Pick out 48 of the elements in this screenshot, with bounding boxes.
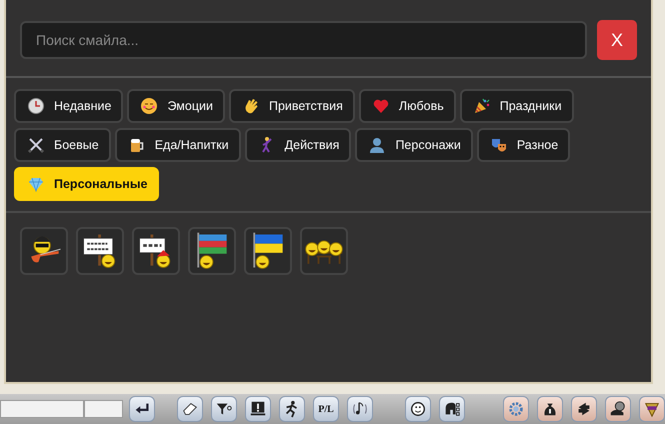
gem-icon [27,175,45,193]
smiley-tile[interactable] [20,227,68,275]
category-tab[interactable]: Недавние [14,89,124,123]
toolbar-button[interactable] [537,396,563,422]
toolbar-button[interactable]: P/L [313,396,339,422]
person-silhouette-icon [368,136,386,154]
category-tab[interactable]: Персонажи [355,128,473,162]
gear-icon [507,400,525,418]
smiley-tile[interactable] [188,227,236,275]
party-popper-icon [472,97,491,115]
medal-icon [643,400,661,418]
input-field[interactable] [0,400,84,418]
smiling-face-icon [140,97,158,115]
smiley-tile[interactable] [244,227,292,275]
smiley-tile[interactable] [300,227,348,275]
category-tab[interactable]: Любовь [358,89,456,123]
category-tab[interactable]: Боевые [14,128,111,162]
category-tab[interactable]: Персональные [14,167,160,201]
category-tab[interactable]: Эмоции [127,89,225,123]
input-field[interactable] [84,400,123,418]
toolbar-button[interactable] [405,396,431,422]
crossed-swords-icon [27,136,45,154]
category-tab[interactable]: Праздники [460,89,574,123]
toolbar-button[interactable] [245,396,271,422]
search-field[interactable]: Поиск смайла... [20,21,587,59]
category-tab[interactable]: Еда/Напитки [114,128,241,162]
toolbar-button[interactable] [279,396,305,422]
toolbar-button[interactable] [605,396,631,422]
toolbar-button[interactable] [571,396,597,422]
smiley-icon [409,400,427,418]
toolbar-button[interactable] [129,396,155,422]
heart-icon [372,97,390,115]
category-tab[interactable]: Действия [244,128,352,162]
eraser-icon [181,400,199,418]
toolbar-button[interactable] [439,396,465,422]
smiley-tile[interactable] [76,227,124,275]
close-button[interactable]: X [597,20,637,60]
toolbar-button[interactable] [639,396,665,422]
toolbar-button[interactable] [347,396,373,422]
toolbar-button[interactable] [211,396,237,422]
smiley-tile[interactable] [132,227,180,275]
category-tab[interactable]: Разное [476,128,570,162]
theater-masks-icon [490,136,508,154]
monitor-warning-icon [249,400,267,418]
toolbar-button[interactable] [177,396,203,422]
category-tab[interactable]: Приветствия [228,89,355,123]
clock-icon [27,97,45,115]
helmet-icon [443,400,461,418]
